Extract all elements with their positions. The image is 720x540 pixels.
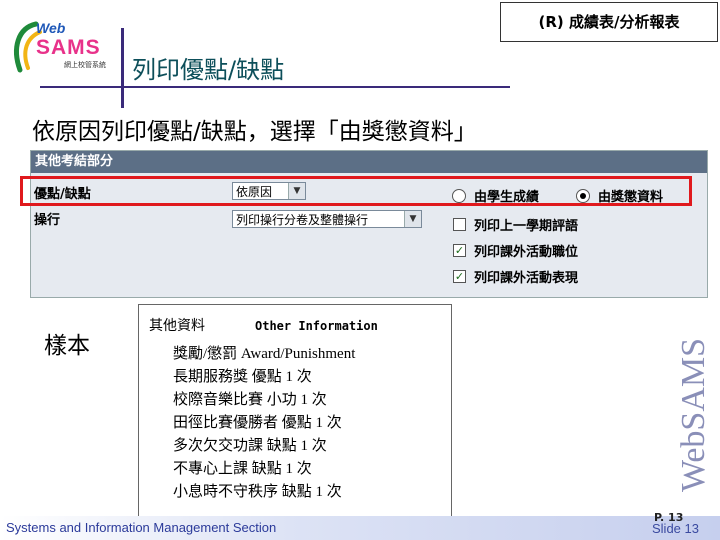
watermark-text: WebSAMS [675,337,712,493]
list-item: 不專心上課 缺點 1 次 [173,461,312,477]
list-item: 獎勵/懲罰 Award/Punishment [173,346,356,362]
sample-heading-en: Other Information [255,319,378,333]
checkbox-checked-icon[interactable]: ✓ [453,244,466,257]
chevron-down-icon[interactable]: ▼ [404,211,421,227]
sample-lines: 獎勵/懲罰 Award/Punishment 長期服務獎 優點 1 次 校際音樂… [173,343,355,504]
websams-logo: Web SAMS 網上校管系統 [6,18,124,78]
checkbox-label-eca-performance: 列印課外活動表現 [474,271,579,286]
slide-number: Slide 13 [652,521,699,536]
sample-label: 樣本 [44,333,90,359]
section-badge: (R) 成績表/分析報表 [500,2,718,42]
conduct-select-value: 列印操行分卷及整體操行 [236,213,369,227]
list-item: 長期服務獎 優點 1 次 [173,369,312,385]
list-item: 多次欠交功課 缺點 1 次 [173,438,327,454]
page-title: 列印優點/缺點 [132,56,285,84]
checkbox-icon[interactable] [453,218,466,231]
websams-watermark: WebSAMS [664,300,720,530]
instruction-text: 依原因列印優點/缺點，選擇「由獎懲資料」 [32,119,477,145]
checkbox-label-prev-term-comments: 列印上一學期評語 [474,219,579,234]
title-vertical-divider [121,28,124,108]
panel-header: 其他考結部分 [31,151,707,173]
checkbox-prev-term-comments[interactable]: 列印上一學期評語 [453,215,578,234]
list-item: 田徑比賽優勝者 優點 1 次 [173,415,342,431]
footer-text: Systems and Information Management Secti… [6,520,277,535]
sample-heading-zh: 其他資料 [149,318,205,334]
logo-sams-text: SAMS [36,36,101,59]
checkbox-eca-posts[interactable]: ✓ 列印課外活動職位 [453,241,578,260]
logo-web-text: Web [36,20,66,36]
list-item: 小息時不守秩序 缺點 1 次 [173,484,342,500]
checkbox-label-eca-posts: 列印課外活動職位 [474,245,579,260]
logo-subtitle: 網上校管系統 [64,61,106,69]
conduct-select[interactable]: 列印操行分卷及整體操行 ▼ [232,210,422,228]
checkbox-eca-performance[interactable]: ✓ 列印課外活動表現 [453,267,578,286]
sample-report-box: 其他資料 Other Information 獎勵/懲罰 Award/Punis… [138,304,452,520]
checkbox-checked-icon[interactable]: ✓ [453,270,466,283]
list-item: 校際音樂比賽 小功 1 次 [173,392,327,408]
highlight-box [20,176,692,206]
title-horizontal-divider [40,86,510,88]
conduct-label: 操行 [34,213,61,228]
